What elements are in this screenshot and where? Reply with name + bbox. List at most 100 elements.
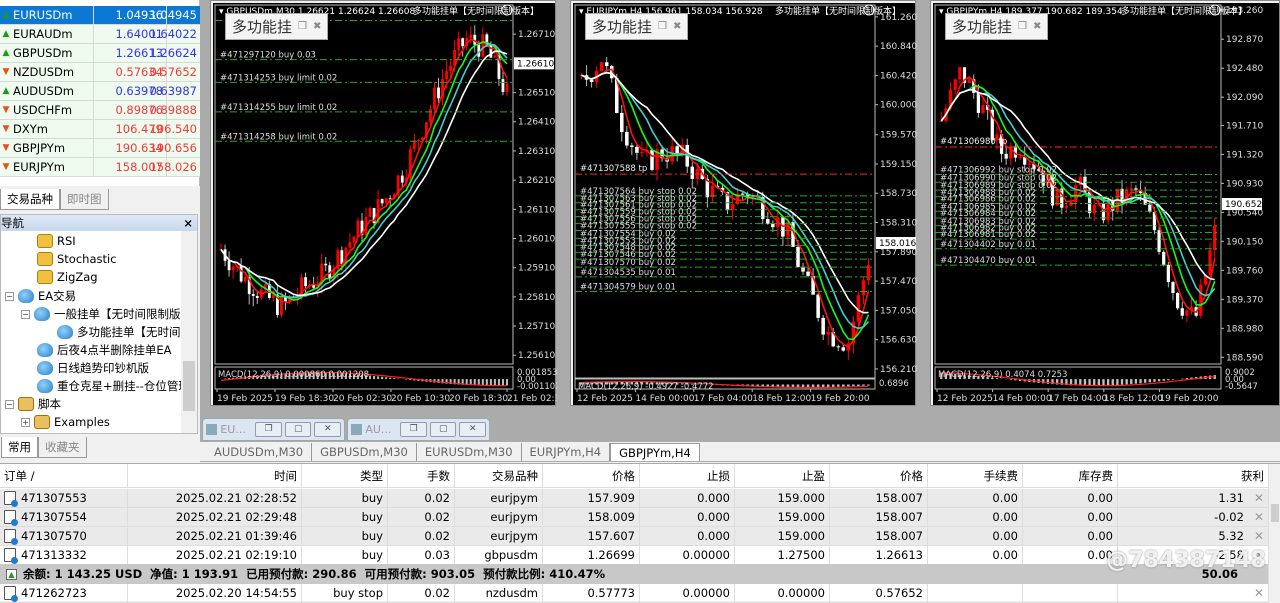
symbol-row[interactable]: ▼ GBPJPYm 190.634 190.656 [0, 139, 200, 158]
ea-panel-title: 多功能挂 [952, 18, 1013, 36]
terminal-trade-panel: 订单 / 时间 类型 手数 交易品种 价格 止损 止盈 价格 手续费 库存费 获利 471307553 2… [0, 463, 1280, 603]
column-header[interactable]: 交易品种 [455, 464, 543, 487]
chart-tab[interactable]: GBPJPYm,H4 [610, 443, 700, 461]
navigator-item[interactable]: − 脚本 [5, 395, 61, 413]
close-button[interactable]: ✕ [314, 422, 341, 437]
column-header[interactable]: 价格 [830, 464, 928, 487]
close-icon[interactable]: ✖ [1033, 21, 1041, 32]
price-axis-label: 188.980 [1226, 324, 1263, 334]
column-header[interactable]: 时间 [128, 464, 302, 487]
collapse-icon[interactable]: − [5, 291, 14, 301]
expand-icon[interactable]: + [21, 417, 30, 427]
close-order-icon[interactable]: ✕ [1254, 510, 1264, 524]
column-header[interactable]: 类型 [302, 464, 388, 487]
navigator-item[interactable]: Stochastic [37, 250, 117, 268]
restore-button[interactable]: ❐ [400, 422, 427, 437]
table-cell: eurjpym [455, 489, 543, 507]
navigator-close-button[interactable]: × [183, 216, 193, 230]
column-header[interactable]: 止损 [640, 464, 735, 487]
table-row[interactable]: 471307553 2025.02.21 02:28:52 buy 0.02 eurjp… [0, 489, 1268, 508]
balance-up-icon: ▲ [6, 568, 17, 580]
column-header[interactable]: 订单 / [0, 464, 128, 487]
chart-window[interactable]: #471297120 buy 0.03 #471314253 buy limit … [210, 0, 557, 407]
close-order-icon[interactable]: ✕ [1254, 491, 1264, 505]
maximize-button[interactable]: ▢ [284, 422, 312, 437]
table-cell: 5.32 ✕ [1118, 527, 1268, 545]
chart-window[interactable]: #471306992 buy stop 0.02 #471306990 buy s… [930, 0, 1280, 406]
price-axis-label: 157.470 [880, 277, 917, 287]
column-header-label: 手续费 [983, 468, 1019, 483]
chart-tab[interactable]: AUDUSDm,M30 [206, 443, 313, 461]
account-summary-row: ▲ 余额: 1 143.25 USD 净值: 1 193.91 已用预付款: 2… [0, 564, 1268, 584]
table-row[interactable]: 471313332 2025.02.21 02:19:10 buy 0.03 gbpus… [0, 546, 1268, 565]
symbol-row[interactable]: ▼ EURJPYm 158.007 158.026 [0, 158, 200, 177]
table-row[interactable]: 471307570 2025.02.21 01:39:46 buy 0.02 eurjp… [0, 527, 1268, 546]
symbol-row[interactable]: ▼ NZDUSDm 0.57634 0.57652 [0, 63, 200, 82]
navigator-item[interactable]: 后夜4点半删除挂单EA [37, 341, 171, 359]
bear-candle [690, 166, 695, 179]
close-icon[interactable]: ✖ [673, 21, 681, 32]
tab-symbols[interactable]: 交易品种 [0, 189, 60, 210]
restore-icon[interactable]: ❐ [1018, 21, 1027, 32]
close-order-icon[interactable]: ✕ [1254, 586, 1264, 600]
column-header[interactable]: 手数 [388, 464, 455, 487]
restore-icon[interactable]: ❐ [658, 21, 667, 32]
minimized-window-title: EU... [220, 423, 246, 436]
table-row[interactable]: 471307554 2025.02.21 02:29:48 buy 0.02 eurjp… [0, 508, 1268, 527]
navigator-item[interactable]: + Examples [21, 413, 110, 431]
price-chart[interactable]: #471297120 buy 0.03 #471314253 buy limit … [211, 1, 557, 407]
close-order-icon[interactable]: ✕ [1254, 529, 1264, 543]
macd-label: MACD(12,26,9) 0.4074 0.7253 [938, 370, 1067, 380]
close-icon[interactable]: ✖ [313, 21, 321, 32]
table-cell: 0.02 [388, 527, 455, 545]
symbol-row[interactable]: ▲ EURAUDm 1.64001 1.64022 [0, 25, 200, 44]
tab-tick-chart[interactable]: 即时图 [60, 189, 109, 210]
chart-tab[interactable]: EURJPYm,H4 [522, 443, 611, 461]
ea-panel[interactable]: 多功能挂 ❐ ✖ [945, 13, 1049, 40]
account-summary: 余额: 1 143.25 USD 净值: 1 193.91 已用预付款: 290… [23, 567, 606, 581]
table-cell: 2025.02.21 01:39:46 [128, 527, 302, 545]
minimized-chart-window[interactable]: AU... ❐ ▢ ✕ [347, 418, 490, 441]
table-cell: 158.009 [543, 508, 640, 526]
maximize-button[interactable]: ▢ [429, 422, 457, 437]
navigator-item[interactable]: 多功能挂单【无时间限 [57, 323, 192, 341]
collapse-icon[interactable]: − [21, 309, 30, 319]
column-header[interactable]: 库存费 [1023, 464, 1118, 487]
restore-icon[interactable]: ❐ [298, 21, 307, 32]
symbol-name: NZDUSDm [13, 65, 75, 79]
navigator-item[interactable]: 重仓克星+删挂--仓位管理 [37, 377, 190, 395]
chart-tab[interactable]: EURUSDm,M30 [417, 443, 522, 461]
navigator-item[interactable]: − 一般挂单【无时间限制版本 [21, 305, 192, 323]
time-axis-label: 19 Feb 18:30 [275, 394, 334, 404]
price-chart[interactable]: #471307564 buy stop 0.02#471307563 buy s… [571, 1, 917, 407]
symbol-row[interactable]: ▲ GBPUSDm 1.26613 1.26624 [0, 44, 200, 63]
table-row[interactable]: 471262723 2025.02.20 14:54:55 buy stop 0.02… [0, 584, 1268, 603]
ea-panel[interactable]: 多功能挂 ❐ ✖ [225, 13, 329, 40]
symbol-row[interactable]: ▼ DXYm 106.479 106.540 [0, 120, 200, 139]
close-button[interactable]: ✕ [459, 422, 486, 437]
column-header[interactable]: 止盈 [735, 464, 830, 487]
column-header[interactable]: 手续费 [928, 464, 1023, 487]
navigator-item[interactable]: 日线趋势印钞机版 [37, 359, 149, 377]
ea-panel[interactable]: 多功能挂 ❐ ✖ [585, 13, 689, 40]
price-chart[interactable]: #471306992 buy stop 0.02#471306990 buy s… [931, 1, 1280, 407]
table-cell: 0.00 [1023, 489, 1118, 507]
column-header[interactable]: 价格 [543, 464, 640, 487]
collapse-icon[interactable]: − [5, 399, 14, 409]
tab-favorites[interactable]: 收藏夹 [38, 437, 87, 458]
symbol-row[interactable]: ▼ USDCHFm 0.89876 0.89888 [0, 101, 200, 120]
ask-price: 0.57652 [149, 63, 200, 81]
symbol-row[interactable]: ▲ EURUSDm 1.04936 1.04945 [0, 6, 200, 25]
chart-window[interactable]: #471307564 buy stop 0.02 #471307563 buy s… [570, 0, 917, 407]
symbol-row[interactable]: ▲ AUDUSDm 0.63978 0.63987 [0, 82, 200, 101]
minimized-chart-window[interactable]: EU... ❐ ▢ ✕ [202, 418, 345, 441]
navigator-item[interactable]: ZigZag [37, 268, 98, 286]
column-header[interactable]: 获利 [1118, 464, 1268, 487]
terminal-scrollbar[interactable] [1268, 464, 1280, 602]
tab-common[interactable]: 常用 [1, 437, 38, 458]
navigator-item[interactable]: − EA交易 [5, 287, 76, 305]
chart-tab[interactable]: GBPUSDm,M30 [312, 443, 417, 461]
navigator-scrollbar[interactable] [181, 231, 197, 433]
navigator-item[interactable]: RSI [37, 232, 76, 250]
restore-button[interactable]: ❐ [255, 422, 282, 437]
